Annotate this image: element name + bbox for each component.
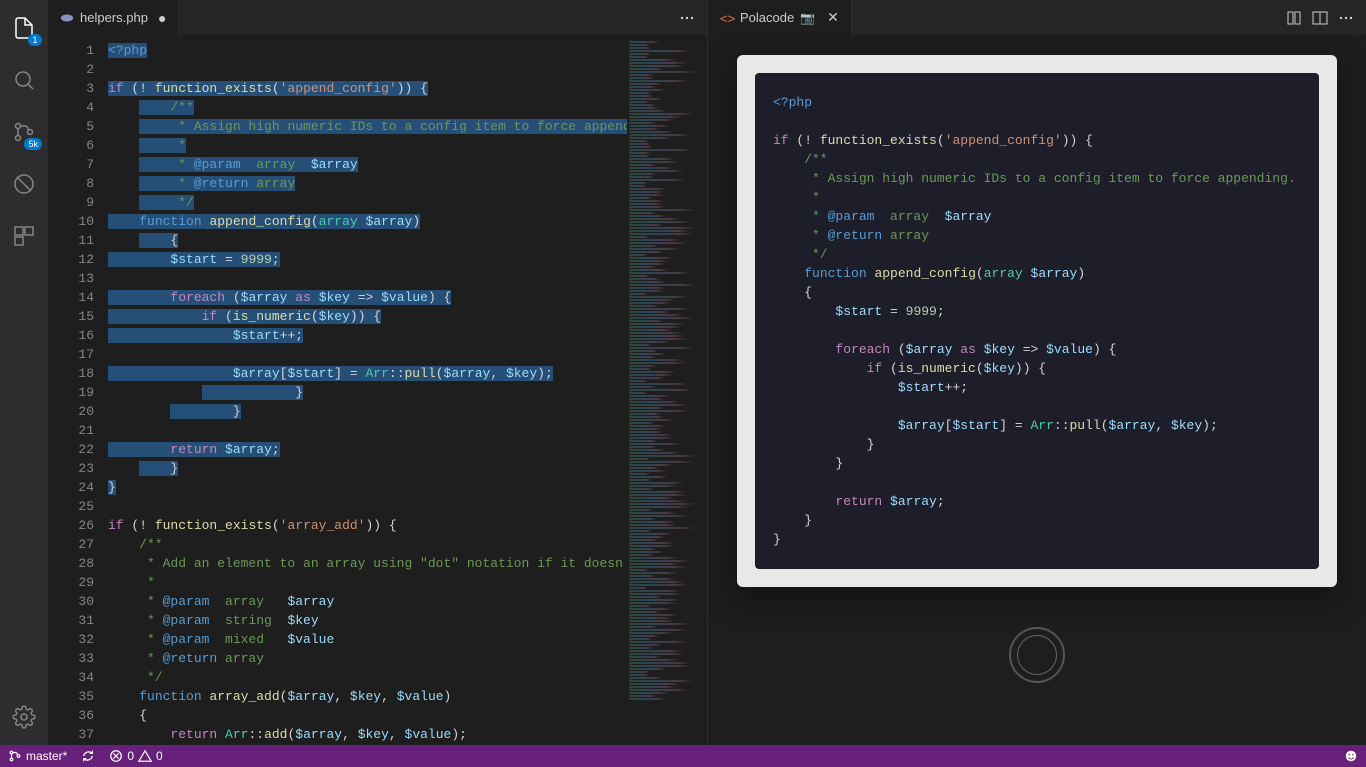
branch-label: master* [26,749,67,763]
polacode-tab-icon: <> [720,11,734,25]
settings-icon[interactable] [0,697,48,737]
feedback-icon[interactable] [1344,749,1358,763]
editor-group-left: helpers.php ● 12345678910111213141516171… [48,0,708,745]
git-branch[interactable]: master* [8,749,67,763]
shutter-button[interactable] [1009,627,1065,683]
search-icon[interactable] [0,60,48,100]
activity-bar: 1 5k [0,0,48,745]
polacode-code: <?php if (! function_exists('append_conf… [755,73,1319,569]
errors-count: 0 [127,749,134,763]
shutter-icon [1017,635,1057,675]
camera-icon: 📷 [800,11,815,25]
open-changes-icon[interactable] [1286,10,1302,26]
polacode-preview: <?php if (! function_exists('append_conf… [708,35,1366,745]
source-control-icon[interactable]: 5k [0,112,48,152]
explorer-badge: 1 [28,34,42,46]
more-actions-icon[interactable] [1338,10,1354,26]
tab-label: Polacode [740,10,794,25]
explorer-icon[interactable]: 1 [0,8,48,48]
sync-button[interactable] [81,749,95,763]
status-bar: master* 0 0 [0,745,1366,767]
dirty-indicator-icon: ● [158,10,166,26]
tab-polacode[interactable]: <> Polacode 📷 ✕ [708,0,852,35]
debug-icon[interactable] [0,164,48,204]
polacode-card: <?php if (! function_exists('append_conf… [737,55,1337,587]
tab-helpers-php[interactable]: helpers.php ● [48,0,179,35]
warnings-count: 0 [156,749,163,763]
php-file-icon [60,11,74,25]
problems[interactable]: 0 0 [109,749,162,763]
code-editor-left[interactable]: <?php if (! function_exists('append_conf… [108,35,627,745]
tab-label: helpers.php [80,10,148,25]
editor-group-right: <> Polacode 📷 ✕ <?php if (! function_exi… [708,0,1366,745]
scm-badge: 5k [24,138,42,150]
tabs-right: <> Polacode 📷 ✕ [708,0,1366,35]
split-editor-icon[interactable] [1312,10,1328,26]
minimap[interactable] [627,35,707,745]
more-actions-icon[interactable] [679,10,695,26]
extensions-icon[interactable] [0,216,48,256]
line-gutter: 1234567891011121314151617181920212223242… [48,35,108,745]
tabs-left: helpers.php ● [48,0,707,35]
close-icon[interactable]: ✕ [827,9,839,26]
